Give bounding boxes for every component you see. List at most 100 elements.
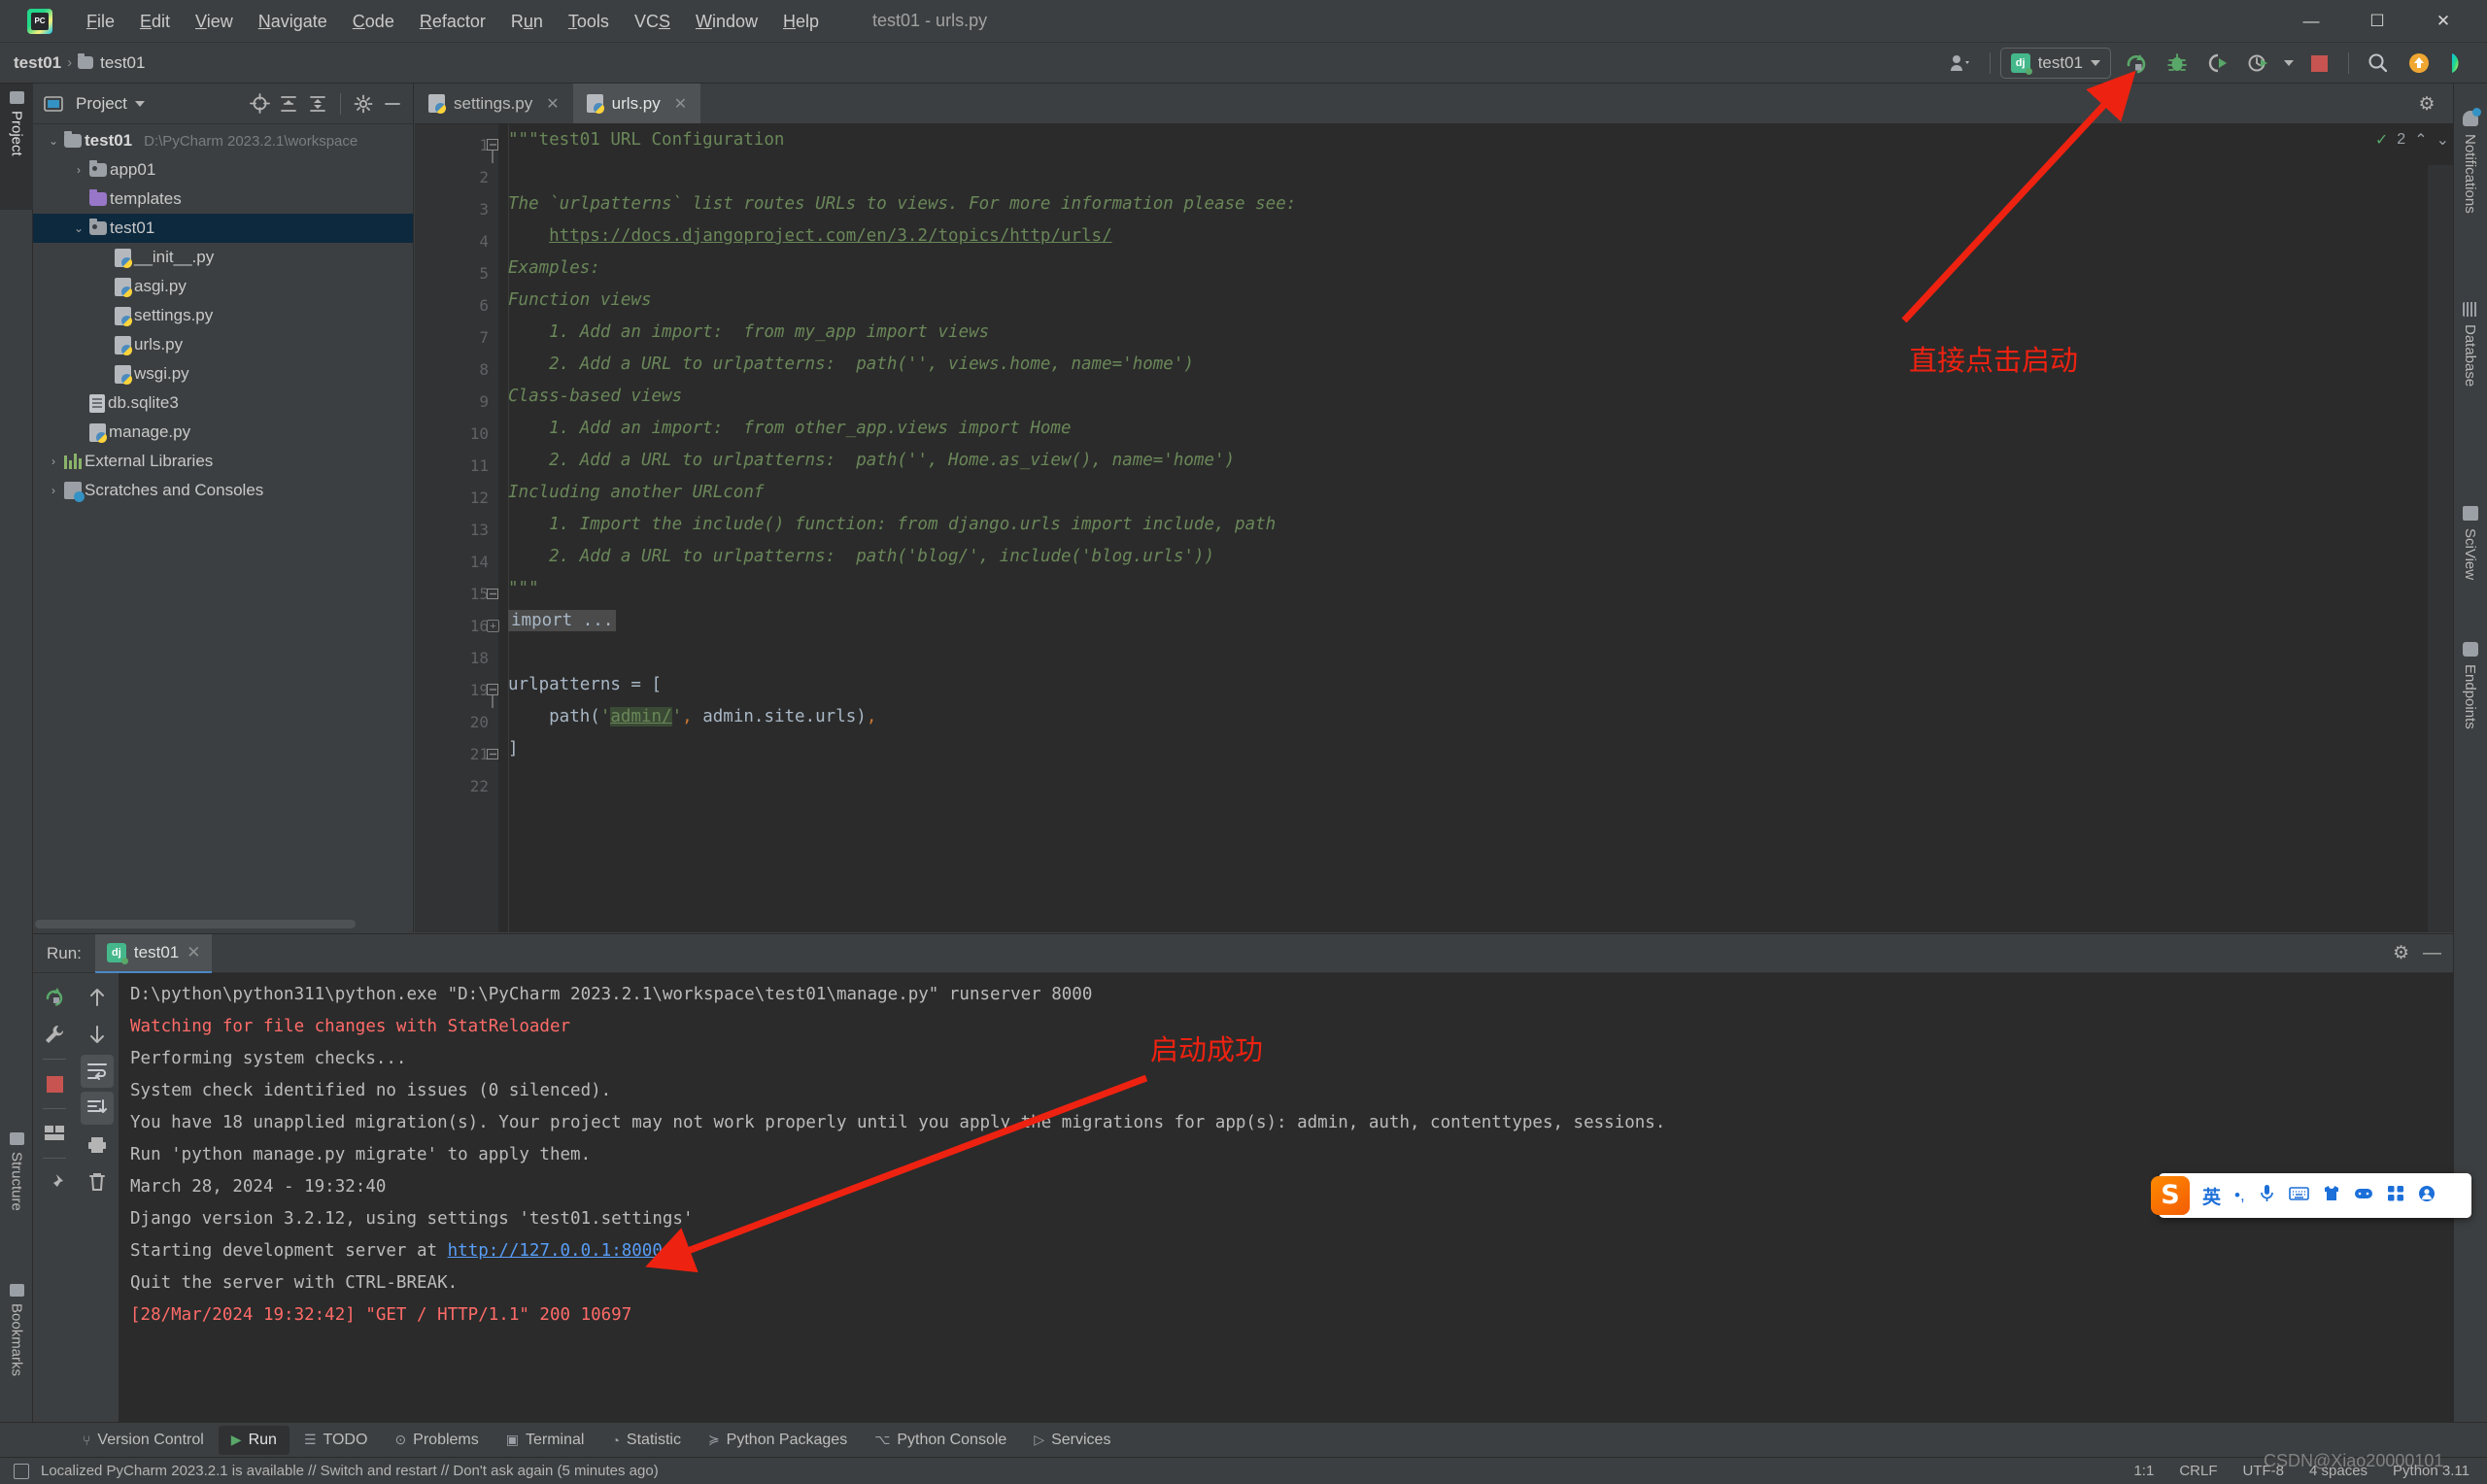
soft-wrap-icon[interactable] bbox=[81, 1055, 114, 1088]
tree-item-test01[interactable]: ⌄ test01 bbox=[33, 214, 413, 243]
sogou-logo-icon[interactable]: S bbox=[2151, 1176, 2190, 1215]
tree-twisty[interactable]: › bbox=[68, 163, 89, 177]
sidebar-item-notifications[interactable]: Notifications bbox=[2453, 101, 2487, 223]
bottom-tab-services[interactable]: ▷ Services bbox=[1021, 1426, 1123, 1455]
bottom-tab-run[interactable]: ▶ Run bbox=[218, 1425, 290, 1455]
stop-icon[interactable] bbox=[38, 1067, 71, 1100]
code-editor[interactable]: 1 2 3 4 5 6 7 8 9 10 11 12 13 14 15 16 +18 19 20 21 22 """te… bbox=[415, 124, 2453, 932]
menu-file[interactable]: File bbox=[74, 0, 127, 43]
stop-icon[interactable] bbox=[2300, 47, 2338, 80]
apps-icon[interactable] bbox=[2387, 1185, 2404, 1206]
editor-settings-icon[interactable]: ⚙ bbox=[2414, 92, 2439, 116]
hide-icon[interactable]: — bbox=[2423, 943, 2441, 964]
rerun-icon[interactable] bbox=[38, 981, 71, 1014]
bottom-tab-problems[interactable]: ⊙ Problems bbox=[382, 1426, 491, 1455]
bottom-tab-version-control[interactable]: ⑂ Version Control bbox=[70, 1426, 217, 1455]
editor-scroll-rail[interactable] bbox=[2428, 165, 2453, 932]
console-output[interactable]: D:\python\python311\python.exe "D:\PyCha… bbox=[119, 973, 2453, 1422]
wrench-icon[interactable] bbox=[38, 1018, 71, 1051]
account-icon[interactable] bbox=[2418, 1185, 2436, 1207]
ime-floating-toolbar[interactable]: S 英 •, bbox=[2151, 1173, 2471, 1218]
scroll-to-end-icon[interactable] bbox=[81, 1092, 114, 1125]
tree-item-test01[interactable]: ⌄ test01 D:\PyCharm 2023.2.1\workspace bbox=[33, 126, 413, 155]
tree-item-scratches-and-consoles[interactable]: › Scratches and Consoles bbox=[33, 476, 413, 505]
tree-item-templates[interactable]: templates bbox=[33, 185, 413, 214]
code-text[interactable]: """test01 URL Configuration The `urlpatte… bbox=[508, 124, 2395, 932]
game-icon[interactable] bbox=[2354, 1186, 2373, 1205]
run-tab-test01[interactable]: dj test01 ✕ bbox=[94, 933, 213, 973]
tree-twisty[interactable]: ⌄ bbox=[43, 134, 64, 148]
sidebar-item-project[interactable]: Project bbox=[0, 84, 33, 210]
tree-twisty[interactable]: ⌄ bbox=[68, 221, 89, 235]
menu-refactor[interactable]: Refactor bbox=[407, 0, 498, 43]
account-icon[interactable] bbox=[1941, 47, 1980, 80]
menu-run[interactable]: Run bbox=[498, 0, 556, 43]
tree-item-manage-py[interactable]: manage.py bbox=[33, 418, 413, 447]
ime-mode-label[interactable]: 英 bbox=[2202, 1183, 2221, 1209]
run-with-coverage-icon[interactable] bbox=[2198, 47, 2237, 80]
bottom-tab-python-packages[interactable]: ≽ Python Packages bbox=[696, 1426, 860, 1455]
sidebar-item-structure[interactable]: Structure bbox=[0, 1125, 33, 1237]
sidebar-item-endpoints[interactable]: Endpoints bbox=[2453, 632, 2487, 739]
menu-code[interactable]: Code bbox=[340, 0, 407, 43]
tree-item-app01[interactable]: › app01 bbox=[33, 155, 413, 185]
close-button[interactable]: ✕ bbox=[2415, 0, 2471, 43]
microphone-icon[interactable] bbox=[2259, 1184, 2275, 1207]
profile-icon[interactable] bbox=[2239, 47, 2278, 80]
print-icon[interactable] bbox=[81, 1129, 114, 1162]
chevron-up-icon[interactable]: ⌃ bbox=[2414, 130, 2427, 150]
project-horizontal-scrollbar[interactable] bbox=[35, 920, 356, 928]
locate-icon[interactable] bbox=[245, 90, 274, 118]
update-project-icon[interactable] bbox=[2400, 47, 2438, 80]
tree-item--init-py[interactable]: __init__.py bbox=[33, 243, 413, 272]
tree-item-wsgi-py[interactable]: wsgi.py bbox=[33, 359, 413, 388]
minimize-button[interactable]: — bbox=[2283, 0, 2339, 43]
fold-collapse-icon[interactable] bbox=[487, 684, 499, 708]
menu-edit[interactable]: Edit bbox=[127, 0, 183, 43]
down-arrow-icon[interactable] bbox=[81, 1018, 114, 1051]
tree-item-urls-py[interactable]: urls.py bbox=[33, 330, 413, 359]
run-configuration-selector[interactable]: dj test01 bbox=[1999, 48, 2111, 79]
run-icon[interactable] bbox=[2117, 47, 2156, 80]
menu-tools[interactable]: Tools bbox=[556, 0, 622, 43]
menu-vcs[interactable]: VCS bbox=[622, 0, 683, 43]
chevron-down-icon[interactable] bbox=[134, 100, 145, 107]
project-tree[interactable]: ⌄ test01 D:\PyCharm 2023.2.1\workspace › app… bbox=[33, 124, 413, 932]
sidebar-item-bookmarks[interactable]: Bookmarks bbox=[0, 1276, 33, 1412]
maximize-button[interactable]: ☐ bbox=[2349, 0, 2405, 43]
debug-icon[interactable] bbox=[2158, 47, 2197, 80]
close-icon[interactable]: ✕ bbox=[674, 94, 687, 114]
menu-view[interactable]: View bbox=[183, 0, 246, 43]
keyboard-icon[interactable] bbox=[2288, 1186, 2309, 1206]
tab-settings-py[interactable]: settings.py ✕ bbox=[415, 84, 573, 123]
expand-all-icon[interactable] bbox=[274, 90, 303, 118]
console-link[interactable]: http://127.0.0.1:8000/ bbox=[448, 1241, 673, 1261]
tree-twisty[interactable]: › bbox=[43, 455, 64, 468]
line-separator[interactable]: CRLF bbox=[2179, 1463, 2217, 1479]
tab-urls-py[interactable]: urls.py ✕ bbox=[572, 84, 701, 123]
menu-help[interactable]: Help bbox=[770, 0, 832, 43]
punctuation-icon[interactable]: •, bbox=[2234, 1186, 2245, 1205]
bottom-tab-todo[interactable]: ☰ TODO bbox=[291, 1426, 381, 1455]
sidebar-item-sciview[interactable]: SciView bbox=[2453, 496, 2487, 590]
caret-position[interactable]: 1:1 bbox=[2133, 1463, 2154, 1479]
status-message[interactable]: Localized PyCharm 2023.2.1 is available … bbox=[41, 1463, 659, 1479]
bottom-tab-python-console[interactable]: ⌥ Python Console bbox=[862, 1426, 1019, 1455]
ai-assistant-icon[interactable] bbox=[2440, 47, 2479, 80]
tree-twisty[interactable]: › bbox=[43, 484, 64, 497]
pin-icon[interactable] bbox=[38, 1166, 71, 1199]
notification-icon[interactable] bbox=[14, 1463, 29, 1479]
sidebar-item-database[interactable]: Database bbox=[2453, 292, 2487, 396]
menu-window[interactable]: Window bbox=[683, 0, 770, 43]
breadcrumb-module[interactable]: test01 bbox=[78, 53, 145, 73]
collapse-all-icon[interactable] bbox=[303, 90, 332, 118]
menu-navigate[interactable]: Navigate bbox=[246, 0, 340, 43]
chevron-down-icon[interactable]: ⌄ bbox=[2436, 130, 2449, 150]
gear-icon[interactable] bbox=[349, 90, 378, 118]
breadcrumb-project[interactable]: test01 bbox=[14, 53, 61, 73]
close-icon[interactable]: ✕ bbox=[546, 94, 559, 114]
tree-item-asgi-py[interactable]: asgi.py bbox=[33, 272, 413, 301]
gear-icon[interactable]: ⚙ bbox=[2393, 942, 2409, 964]
bottom-tab-terminal[interactable]: ▣ Terminal bbox=[494, 1426, 597, 1455]
up-arrow-icon[interactable] bbox=[81, 981, 114, 1014]
